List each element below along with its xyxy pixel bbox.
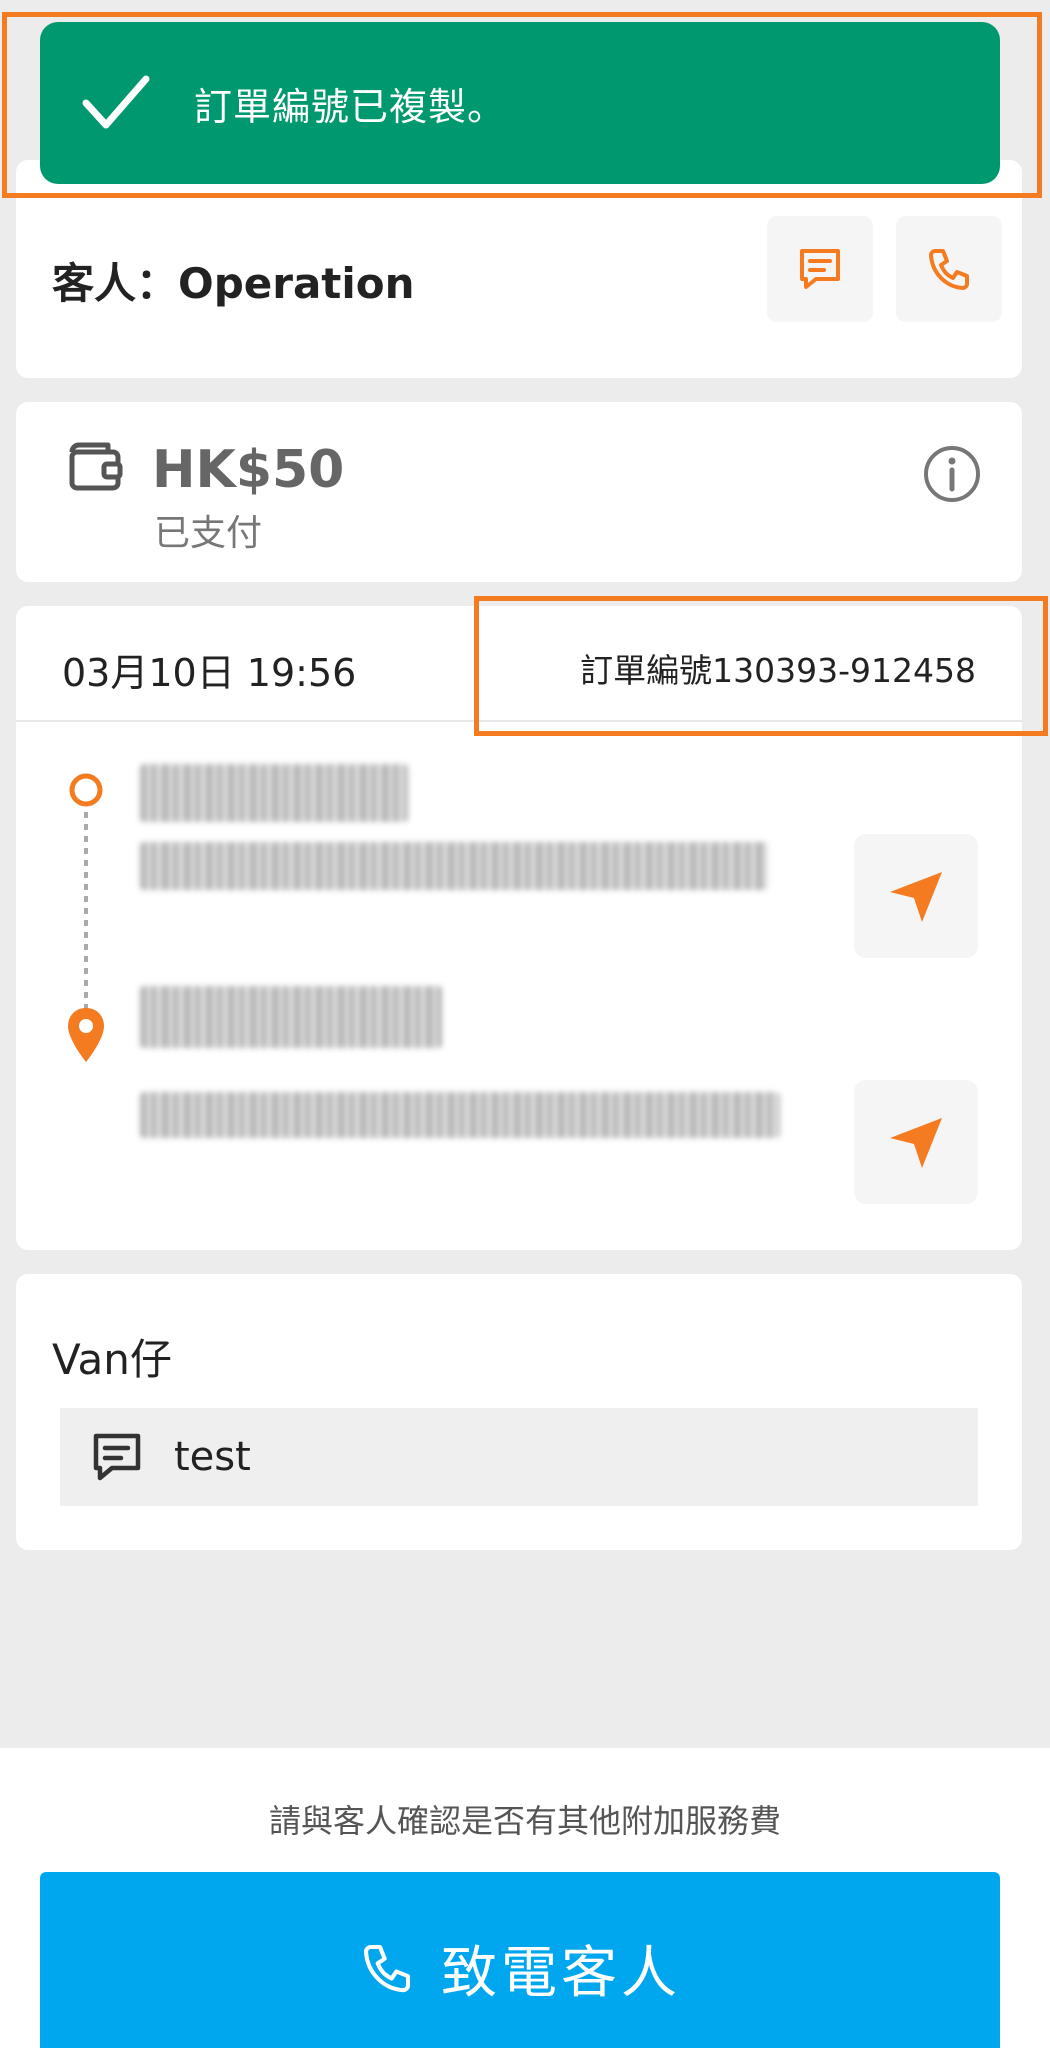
check-icon (82, 75, 150, 129)
phone-icon (929, 249, 969, 290)
payment-status: 已支付 (154, 513, 263, 554)
customer-name: 客人：Operation (52, 259, 415, 308)
driver-card: Van仔 test (16, 1274, 1022, 1550)
payment-card: HK$50 已支付 (16, 402, 1022, 582)
call-customer-button[interactable]: 致電客人 (40, 1872, 1000, 2048)
wallet-icon (69, 442, 123, 491)
message-icon (800, 249, 840, 289)
message-customer-button[interactable] (767, 216, 873, 322)
copied-toast: 訂單編號已複製。 (40, 22, 1000, 184)
customer-card: 客人：Operation (16, 160, 1022, 378)
call-customer-icon-button[interactable] (896, 216, 1002, 322)
navigate-dropoff-button[interactable] (854, 1080, 978, 1204)
navigation-arrow-icon (890, 872, 942, 922)
info-icon[interactable] (922, 444, 982, 504)
call-button-label: 致電客人 (441, 1940, 681, 2006)
pin-icon (68, 1008, 104, 1062)
pickup-address-redacted (140, 842, 768, 890)
order-datetime: 03月10日 19:56 (62, 651, 357, 695)
driver-note-text: test (174, 1434, 251, 1480)
dropoff-title-redacted (140, 986, 442, 1048)
navigation-arrow-icon (890, 1118, 942, 1168)
pickup-title-redacted (140, 764, 408, 822)
dropoff-address-redacted (140, 1092, 780, 1138)
navigate-pickup-button[interactable] (854, 834, 978, 958)
divider (16, 720, 1022, 722)
driver-note: test (60, 1408, 978, 1506)
order-number[interactable]: 訂單編號130393-912458 (580, 644, 976, 692)
toast-message: 訂單編號已複製。 (194, 84, 507, 129)
order-card: 03月10日 19:56 訂單編號130393-912458 (16, 606, 1022, 1250)
driver-label: Van仔 (52, 1335, 172, 1384)
phone-icon (363, 1944, 411, 1993)
payment-amount: HK$50 (152, 440, 345, 500)
bottom-action-area: 請與客人確認是否有其他附加服務費 致電客人 (0, 1748, 1050, 2048)
message-icon (93, 1433, 141, 1481)
surcharge-hint: 請與客人確認是否有其他附加服務費 (268, 1802, 781, 1840)
